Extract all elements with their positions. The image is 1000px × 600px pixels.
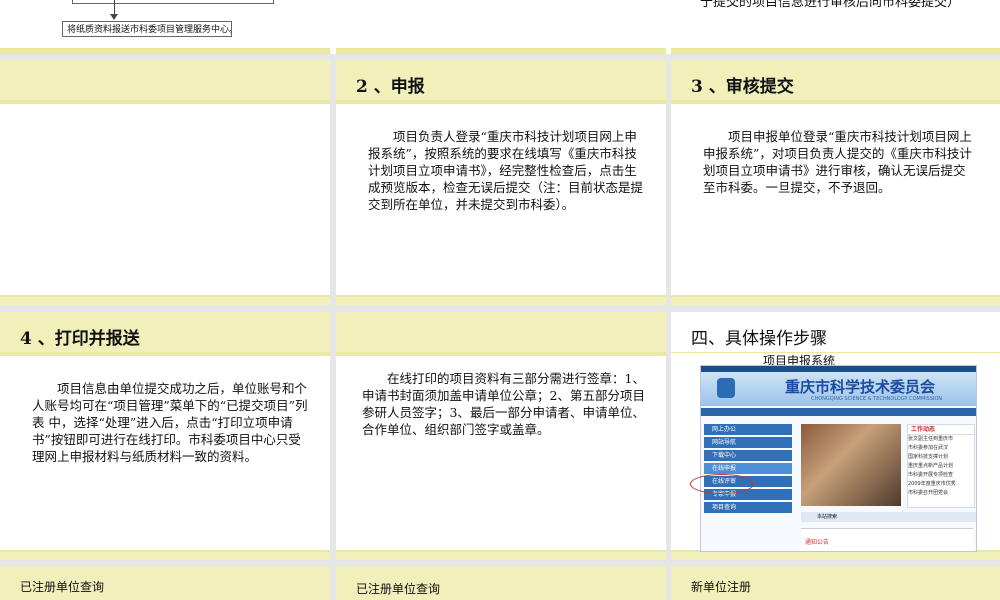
site-nav-bar xyxy=(701,408,976,416)
slide-title: 新单位注册 xyxy=(691,580,752,594)
body-text: 项目负责人登录“重庆市科技计划项目网上申报系统”，按照系统的要求在线填写《重庆市… xyxy=(368,129,644,212)
slide-header-bar: 已注册单位查询 xyxy=(0,566,330,600)
slide-thumbnail[interactable]: 4 、打印并报送 项目信息由单位提交成功之后，单位账号和个人账号均可在“项目管理… xyxy=(0,312,330,560)
slide-header-bar xyxy=(336,312,666,356)
news-photo xyxy=(801,424,901,506)
side-menu-item: 网站导航 xyxy=(704,437,792,448)
slide-thumbnail[interactable]: 3 、审核提交 项目申报单位登录“重庆市科技计划项目网上申报系统”，对项目负责人… xyxy=(671,60,1000,305)
news-item: 重庆重点新产品计划 xyxy=(908,463,954,469)
website-screenshot: 重庆市科学技术委员会 CHONGQING SCIENCE & TECHNOLOG… xyxy=(700,365,977,552)
side-menu-item: 网上办公 xyxy=(704,424,792,435)
side-menu-item-online-apply: 在线申报 xyxy=(704,463,792,474)
slide-title: 4 、打印并报送 xyxy=(20,329,140,349)
slide-thumbnail[interactable]: 已注册单位查询 xyxy=(336,566,666,600)
continued-text: 于提交的项目信息进行审核后向市科委提交） xyxy=(700,0,961,10)
slide-body: 项目申报单位登录“重庆市科技计划项目网上申报系统”，对项目负责人提交的《重庆市科… xyxy=(703,128,975,196)
flowchart-box-top xyxy=(72,0,274,4)
slide-header-bar: 已注册单位查询 xyxy=(336,566,666,600)
slide-footer-bar xyxy=(0,48,330,54)
site-search-bar: 本站搜索 xyxy=(801,512,976,522)
news-item: 国家科技支撑计划 xyxy=(908,454,949,460)
slide-thumbnail[interactable]: 新单位注册 xyxy=(671,566,1000,600)
slide-footer-bar xyxy=(671,48,1000,54)
notice-header: 通知公告 xyxy=(805,539,830,546)
slide-sorter-grid: 将纸质资料报送市科委项目管理服务中心。 于提交的项目信息进行审核后向市科委提交）… xyxy=(0,0,1000,600)
slide-thumbnail[interactable]: 2 、申报 项目负责人登录“重庆市科技计划项目网上申报系统”，按照系统的要求在线… xyxy=(336,60,666,305)
slide-thumbnail[interactable]: 已注册单位查询 xyxy=(0,566,330,600)
side-menu-item: 下载中心 xyxy=(704,450,792,461)
news-item: 张文副主任到重庆市 xyxy=(908,436,954,442)
slide-title: 3 、审核提交 xyxy=(691,77,794,97)
slide-body: 在线打印的项目资料有三部分需进行签章：1、申请书封面须加盖申请单位公章；2、第五… xyxy=(362,370,650,438)
slide-footer-bar xyxy=(671,295,1000,305)
slide-footer-bar xyxy=(336,550,666,560)
slide-title: 已注册单位查询 xyxy=(356,582,441,596)
site-title: 重庆市科学技术委员会 xyxy=(785,378,936,396)
slide-title: 四、具体操作步骤 xyxy=(691,329,827,349)
body-text: 在线打印的项目资料有三部分需进行签章：1、申请书封面须加盖申请单位公章；2、第五… xyxy=(362,371,645,437)
news-item: 市科委开展专项检查 xyxy=(908,472,954,478)
slide-header-bar: 2 、申报 xyxy=(336,60,666,104)
news-item: 市科委召开团党会 xyxy=(908,490,949,496)
slide-body: 项目信息由单位提交成功之后，单位账号和个人账号均可在“项目管理”菜单下的“已提交… xyxy=(32,380,308,465)
side-menu-item: 项目查询 xyxy=(704,502,792,513)
slide-thumbnail[interactable]: 在线打印的项目资料有三部分需进行签章：1、申请书封面须加盖申请单位公章；2、第五… xyxy=(336,312,666,560)
flowchart-box: 将纸质资料报送市科委项目管理服务中心。 xyxy=(62,21,232,37)
slide-footer-bar xyxy=(0,550,330,560)
slide-title: 2 、申报 xyxy=(356,77,425,97)
news-list: 工作动态 张文副主任到重庆市 市科委参加在武汉 国家科技支撑计划 重庆重点新产品… xyxy=(907,424,975,508)
site-title-en: CHONGQING SCIENCE & TECHNOLOGY COMMISSIO… xyxy=(811,396,943,402)
news-item: 2009年度重庆市优秀 xyxy=(908,481,956,487)
slide-header-bar xyxy=(0,60,330,104)
slide-footer-bar xyxy=(336,48,666,54)
body-text: 项目申报单位登录“重庆市科技计划项目网上申报系统”，对项目负责人提交的《重庆市科… xyxy=(703,129,972,195)
notice-panel: 通知公告 xyxy=(801,528,973,551)
news-item: 市科委参加在武汉 xyxy=(908,445,949,451)
slide-footer-bar xyxy=(336,295,666,305)
slide-title: 已注册单位查询 xyxy=(20,580,105,594)
slide-thumbnail[interactable] xyxy=(0,60,330,305)
slide-footer-bar xyxy=(0,295,330,305)
arrow-head-icon xyxy=(110,14,118,20)
body-text: 项目信息由单位提交成功之后，单位账号和个人账号均可在“项目管理”菜单下的“已提交… xyxy=(32,381,308,464)
top-slide-strip: 将纸质资料报送市科委项目管理服务中心。 于提交的项目信息进行审核后向市科委提交） xyxy=(0,0,1000,54)
site-side-menu: 网上办公 网站导航 下载中心 在线申报 在线评审 专家申报 项目查询 xyxy=(704,424,792,515)
slide-header-bar: 新单位注册 xyxy=(671,566,1000,600)
site-banner: 重庆市科学技术委员会 CHONGQING SCIENCE & TECHNOLOG… xyxy=(701,372,976,406)
slide-header-bar: 3 、审核提交 xyxy=(671,60,1000,104)
slide-header-bar: 四、具体操作步骤 xyxy=(671,312,1000,353)
news-header: 工作动态 xyxy=(908,425,974,435)
site-logo-icon xyxy=(717,378,735,398)
highlight-circle xyxy=(690,474,754,494)
slide-header-bar: 4 、打印并报送 xyxy=(0,312,330,356)
slide-body: 项目负责人登录“重庆市科技计划项目网上申报系统”，按照系统的要求在线填写《重庆市… xyxy=(368,128,646,213)
